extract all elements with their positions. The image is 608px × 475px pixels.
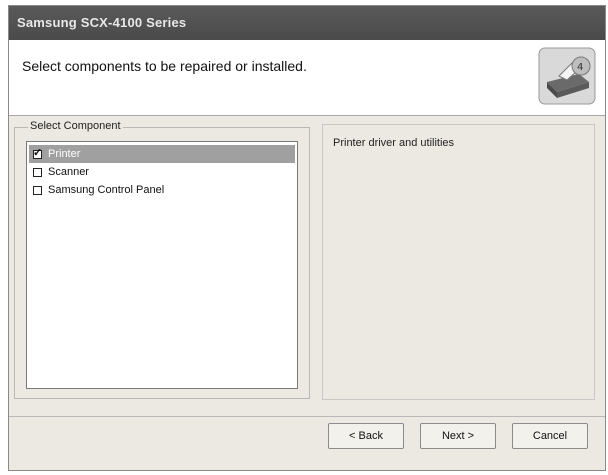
next-button[interactable]: Next > [420, 423, 496, 449]
footer-separator [9, 416, 605, 417]
component-list[interactable]: Printer Scanner Samsung Control Panel [26, 141, 298, 389]
page-heading: Select components to be repaired or inst… [22, 58, 307, 74]
checkbox[interactable] [33, 146, 42, 159]
window-title: Samsung SCX-4100 Series [17, 15, 187, 30]
checkbox[interactable] [33, 167, 42, 177]
list-item[interactable]: Scanner [29, 163, 295, 181]
list-item[interactable]: Printer [29, 145, 295, 163]
printer-icon: 4 [537, 46, 597, 106]
list-item-label: Printer [48, 148, 81, 160]
svg-text:4: 4 [577, 62, 583, 73]
cancel-button[interactable]: Cancel [512, 423, 588, 449]
title-bar[interactable]: Samsung SCX-4100 Series [9, 6, 605, 40]
list-item-label: Samsung Control Panel [48, 184, 165, 196]
back-button[interactable]: < Back [328, 423, 404, 449]
description-text: Printer driver and utilities [333, 137, 455, 149]
list-item-label: Scanner [48, 166, 89, 178]
checkbox[interactable] [33, 185, 42, 195]
component-group-label: Select Component [28, 120, 123, 132]
description-panel: Printer driver and utilities [322, 124, 595, 400]
header-panel: Select components to be repaired or inst… [9, 40, 605, 116]
list-item[interactable]: Samsung Control Panel [29, 181, 295, 199]
